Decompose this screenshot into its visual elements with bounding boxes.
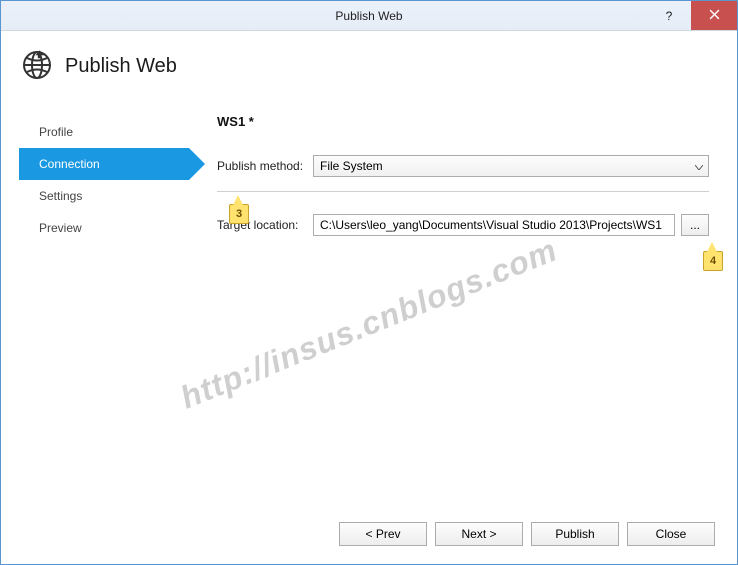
sidebar-item-connection[interactable]: Connection (19, 148, 189, 180)
close-button[interactable] (691, 1, 737, 30)
sidebar-item-label: Preview (39, 221, 82, 235)
publish-method-row: Publish method: (217, 155, 709, 177)
publish-method-value[interactable] (313, 155, 709, 177)
sidebar-item-settings[interactable]: Settings (19, 180, 189, 212)
publish-button[interactable]: Publish (531, 522, 619, 546)
titlebar-controls: ? (647, 1, 737, 30)
target-location-row: Target location: ... (217, 214, 709, 236)
target-location-input[interactable] (313, 214, 675, 236)
help-icon: ? (666, 9, 673, 23)
profile-name: WS1 * (217, 114, 709, 129)
ellipsis-icon: ... (690, 218, 700, 232)
close-dialog-button[interactable]: Close (627, 522, 715, 546)
titlebar: Publish Web ? (1, 1, 737, 31)
dialog-body: Profile Connection Settings Preview WS1 … (1, 98, 737, 512)
globe-icon (21, 49, 53, 84)
next-button[interactable]: Next > (435, 522, 523, 546)
sidebar-item-profile[interactable]: Profile (19, 116, 189, 148)
sidebar-item-label: Settings (39, 189, 82, 203)
dialog-footer: < Prev Next > Publish Close (1, 512, 737, 564)
sidebar-item-label: Connection (39, 157, 100, 171)
browse-button[interactable]: ... (681, 214, 709, 236)
publish-method-label: Publish method: (217, 159, 313, 173)
sidebar-item-preview[interactable]: Preview (19, 212, 189, 244)
dialog-header: Publish Web (1, 31, 737, 98)
main-panel: WS1 * Publish method: Target location: (189, 108, 719, 512)
publish-method-select[interactable] (313, 155, 709, 177)
section-divider (217, 191, 709, 192)
window-title: Publish Web (335, 9, 402, 23)
prev-button[interactable]: < Prev (339, 522, 427, 546)
dialog-window: Publish Web ? (0, 0, 738, 565)
target-location-label: Target location: (217, 218, 313, 232)
close-icon (709, 8, 720, 23)
wizard-sidebar: Profile Connection Settings Preview (19, 108, 189, 512)
sidebar-item-label: Profile (39, 125, 73, 139)
dialog-title: Publish Web (65, 55, 177, 78)
help-button[interactable]: ? (647, 1, 691, 30)
